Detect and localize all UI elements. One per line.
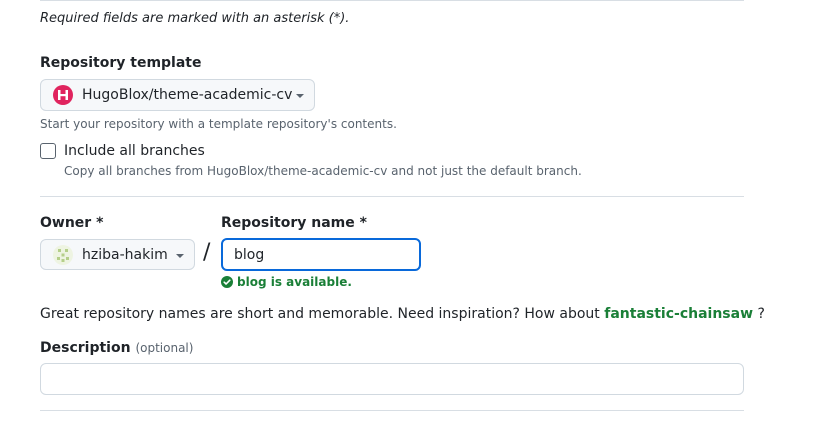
bottom-divider bbox=[40, 410, 744, 411]
template-select-button[interactable]: HugoBlox/theme-academic-cv bbox=[40, 79, 315, 111]
check-circle-icon bbox=[221, 276, 233, 288]
required-fields-note: Required fields are marked with an aster… bbox=[40, 11, 350, 26]
chevron-down-icon bbox=[296, 94, 304, 98]
template-label: Repository template bbox=[40, 55, 202, 71]
repo-name-status: blog is available. bbox=[221, 275, 352, 289]
owner-label: Owner * bbox=[40, 215, 104, 231]
repo-name-suggestion: Great repository names are short and mem… bbox=[40, 306, 765, 322]
chevron-down-icon bbox=[176, 254, 184, 258]
owner-repo-separator: / bbox=[203, 240, 211, 265]
section-divider bbox=[40, 196, 744, 197]
include-branches-checkbox[interactable] bbox=[40, 143, 56, 159]
template-hint: Start your repository with a template re… bbox=[40, 117, 397, 131]
suggested-name-link[interactable]: fantastic-chainsaw bbox=[604, 306, 753, 322]
suggestion-text: Great repository names are short and mem… bbox=[40, 306, 600, 322]
top-divider bbox=[40, 0, 744, 1]
owner-select-button[interactable]: hziba-hakim bbox=[40, 239, 195, 270]
include-branches-hint: Copy all branches from HugoBlox/theme-ac… bbox=[64, 164, 582, 178]
suggestion-end: ? bbox=[757, 306, 765, 322]
include-branches-label[interactable]: Include all branches bbox=[64, 143, 205, 159]
description-label: Description (optional) bbox=[40, 340, 193, 356]
description-label-text: Description bbox=[40, 340, 131, 356]
repo-name-value: blog bbox=[234, 246, 265, 263]
description-optional-tag: (optional) bbox=[135, 341, 194, 355]
owner-selected-value: hziba-hakim bbox=[82, 247, 168, 263]
description-input[interactable] bbox=[40, 363, 744, 395]
identicon-icon bbox=[53, 245, 73, 265]
repo-name-status-text: blog is available. bbox=[237, 275, 352, 289]
repo-name-label: Repository name * bbox=[221, 215, 367, 231]
template-selected-value: HugoBlox/theme-academic-cv bbox=[82, 87, 293, 103]
hugoblox-logo-icon bbox=[53, 85, 73, 105]
repo-name-input[interactable]: blog bbox=[221, 238, 421, 271]
